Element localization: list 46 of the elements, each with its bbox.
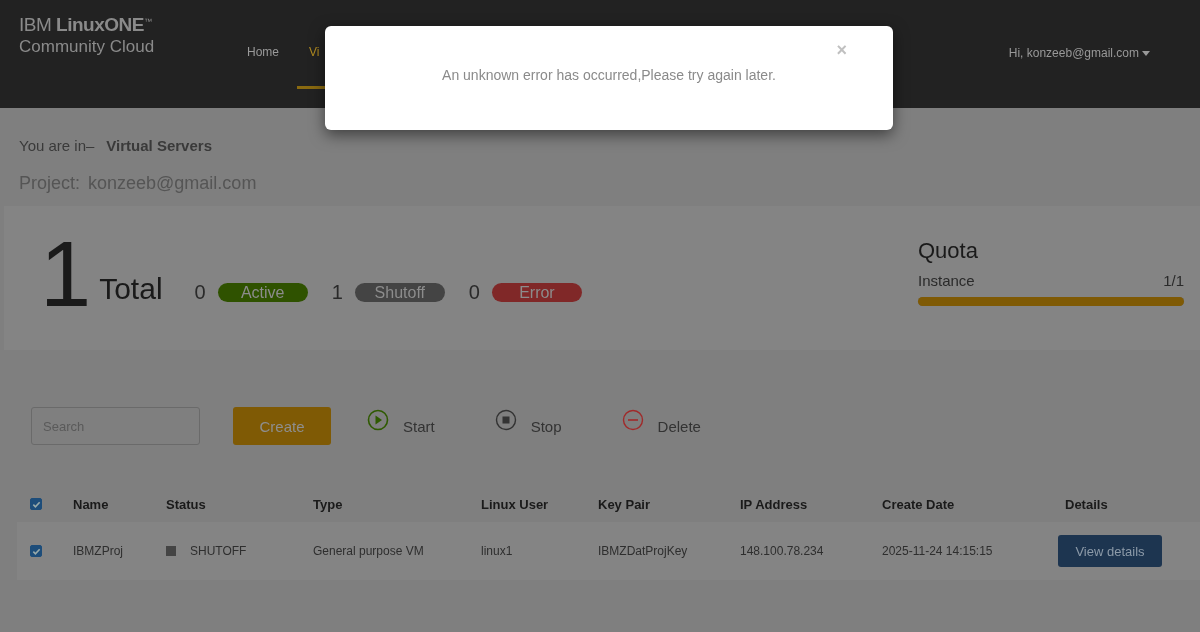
column-header: IP Address: [740, 496, 809, 512]
stop-square-icon: [166, 546, 176, 556]
table-cell-text: 2025-11-24 14:15:15: [882, 544, 994, 558]
table-cell-text: linux1: [481, 544, 514, 558]
table-cell: SHUTOFF: [190, 544, 247, 558]
play-icon: [367, 409, 389, 431]
breadcrumb-current: Virtual Servers: [106, 136, 212, 154]
status-badge: Active: [217, 283, 308, 302]
status-badge: Shutoff: [354, 283, 445, 302]
user-menu[interactable]: Hi, konzeeb@gmail.com: [1008, 0, 1150, 108]
create-button[interactable]: Create: [233, 407, 331, 445]
error-message: An unknown error has occurred,Please try again later.: [442, 67, 776, 83]
stop-icon: [494, 409, 517, 431]
minus-icon: [621, 409, 644, 431]
checkbox[interactable]: [30, 545, 42, 557]
logo-subtitle: Community Cloud: [19, 37, 156, 57]
status-count: 0: [194, 281, 206, 304]
view-details-button[interactable]: View details: [1058, 535, 1162, 567]
column-header: Type: [313, 496, 344, 512]
breadcrumb-label: You are in–: [19, 136, 95, 154]
column-header: Details: [1065, 496, 1109, 512]
action-link[interactable]: Stop: [530, 417, 562, 435]
status-badge: Error: [491, 283, 582, 302]
quota-label: Instance: [918, 272, 975, 289]
action-link[interactable]: Delete: [657, 417, 701, 435]
logo: IBM LinuxONE$^{™}$: [19, 14, 153, 36]
total-label: Total: [99, 272, 163, 306]
status-count: 0: [468, 281, 480, 304]
status-count: 1: [331, 281, 343, 304]
column-header: Status: [166, 496, 207, 512]
table-cell-text: IBMZDatProjKey: [598, 544, 689, 558]
quota-reading: 1/1: [1163, 272, 1184, 289]
table-cell-text: IBMZProj: [73, 544, 124, 558]
total-count: 1: [40, 228, 92, 320]
column-header: Name: [73, 496, 110, 512]
column-header: Key Pair: [598, 496, 652, 512]
action-link[interactable]: Start: [403, 417, 435, 435]
caret-icon: [1142, 50, 1150, 56]
table-cell-text: General purpose VM: [313, 544, 425, 558]
close-button[interactable]: ×: [836, 40, 847, 61]
column-header: Create Date: [882, 496, 956, 512]
column-header: Linux User: [481, 496, 550, 512]
checkbox[interactable]: [30, 498, 42, 510]
nav-link[interactable]: Home: [247, 0, 279, 89]
table-cell-text: 148.100.78.234: [740, 544, 825, 558]
quota-title: Quota: [918, 238, 979, 264]
